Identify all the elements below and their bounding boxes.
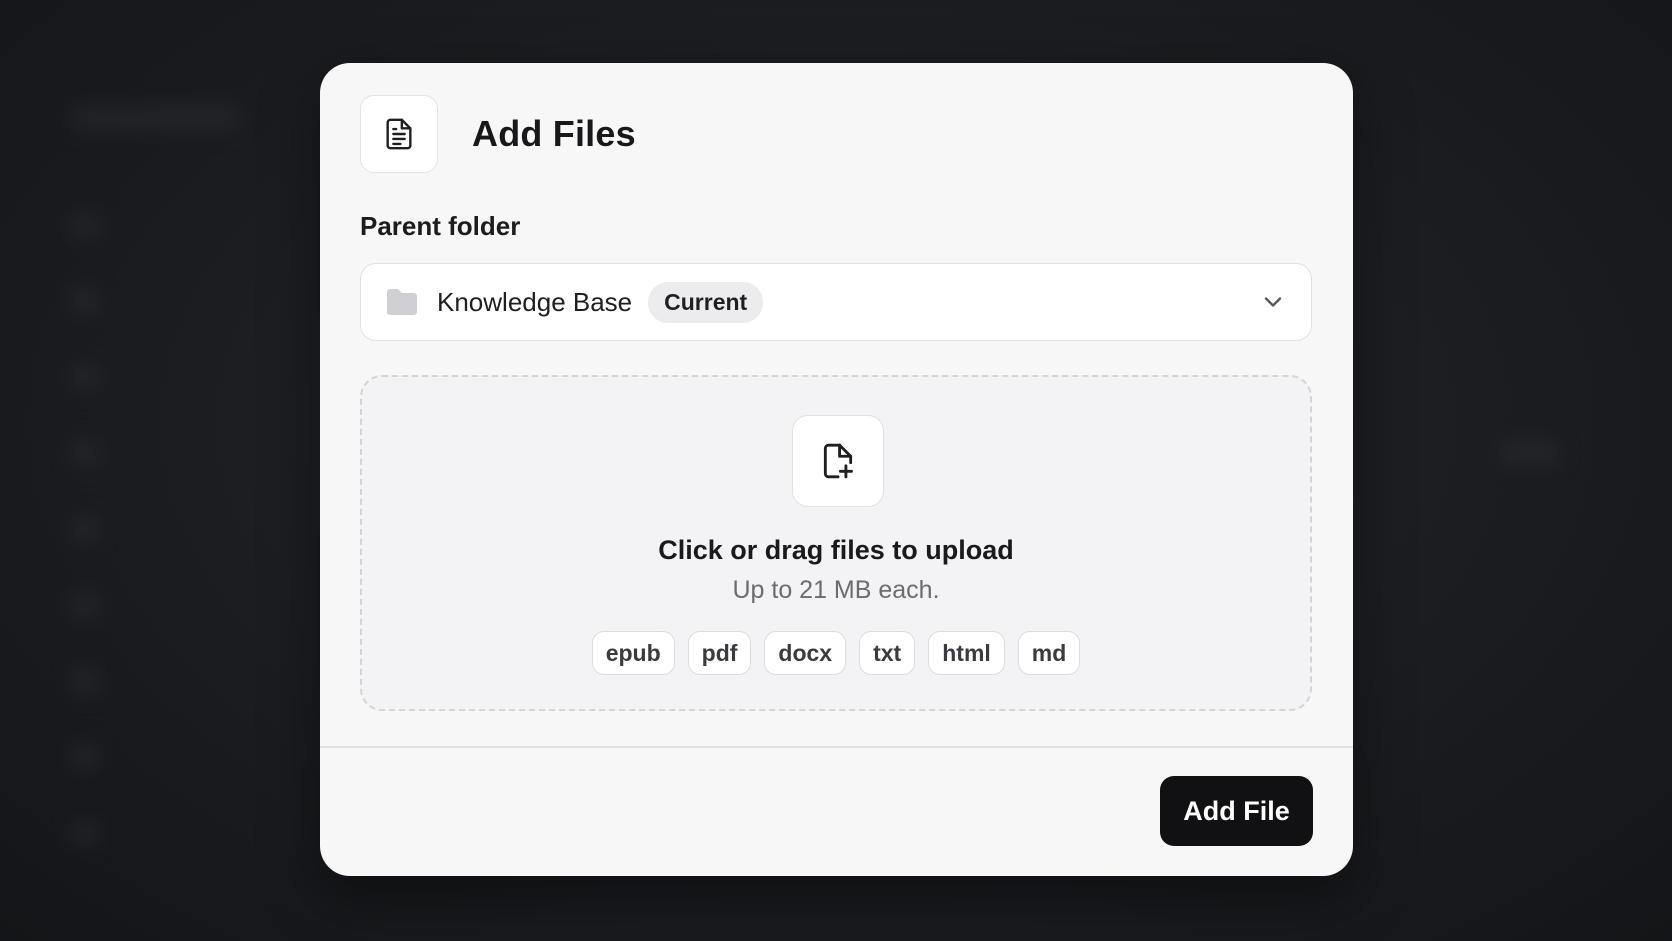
dialog-header: Add Files (360, 95, 636, 173)
dropzone-subtitle: Up to 21 MB each. (732, 576, 940, 604)
file-plus-icon (792, 415, 884, 507)
chevron-down-icon[interactable] (1259, 288, 1287, 316)
dialog-title: Add Files (472, 113, 636, 154)
file-type-chip: pdf (687, 631, 752, 675)
file-type-chip: docx (764, 631, 847, 675)
folder-icon (385, 286, 421, 318)
file-type-list: epub pdf docx txt html md (362, 631, 1310, 675)
file-type-chip: epub (591, 631, 675, 675)
parent-folder-label: Parent folder (360, 211, 521, 241)
file-dropzone[interactable]: Click or drag files to upload Up to 21 M… (360, 375, 1312, 711)
current-badge: Current (648, 281, 764, 323)
file-type-chip: txt (859, 631, 916, 675)
selected-folder-name: Knowledge Base (437, 286, 633, 317)
document-icon (360, 95, 438, 173)
parent-folder-select[interactable]: Knowledge Base Current (360, 263, 1312, 341)
file-type-chip: html (928, 631, 1005, 675)
add-files-dialog: Add Files Parent folder Knowledge Base C… (320, 63, 1353, 876)
dropzone-title: Click or drag files to upload (658, 535, 1014, 565)
file-type-chip: md (1017, 631, 1081, 675)
footer-divider (320, 746, 1353, 748)
add-file-button[interactable]: Add File (1160, 776, 1313, 846)
